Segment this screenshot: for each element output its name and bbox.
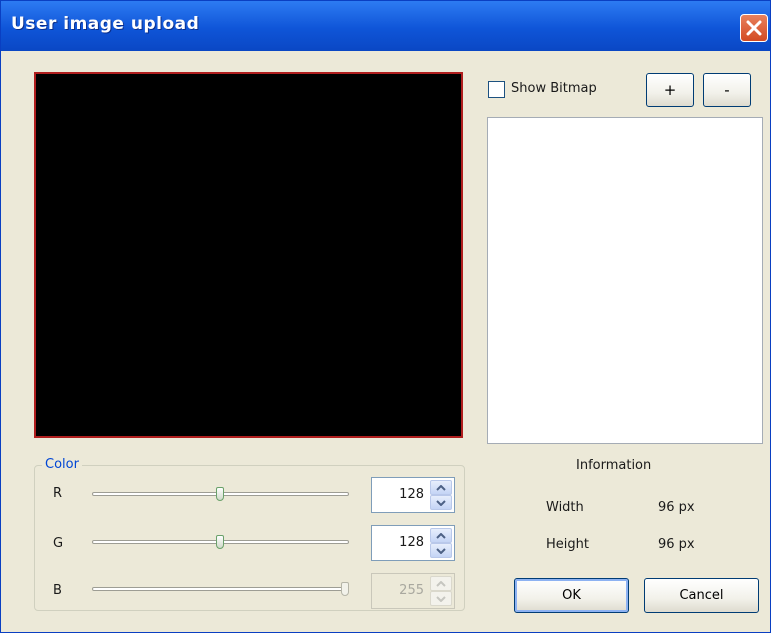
close-button[interactable] [740,14,768,42]
arrow-up-icon [436,533,446,539]
blue-value-spinbox: 255 [371,573,455,609]
red-channel-label: R [53,486,63,501]
arrow-up-icon [436,485,446,491]
arrow-down-icon [436,548,446,554]
bitmap-list-box[interactable] [487,117,763,444]
green-increment-button[interactable] [430,528,452,543]
red-decrement-button[interactable] [430,495,452,510]
height-value: 96 px [658,537,695,552]
image-preview-canvas [34,72,463,438]
red-value[interactable]: 128 [399,487,424,502]
green-decrement-button[interactable] [430,543,452,558]
ok-button[interactable]: OK [514,578,629,613]
width-label: Width [546,500,584,515]
green-slider-thumb[interactable] [216,535,224,549]
user-image-upload-dialog: User image upload Show Bitmap + - Color … [0,0,771,633]
red-slider-thumb[interactable] [216,487,224,501]
zoom-in-button[interactable]: + [646,73,694,107]
red-value-spinbox[interactable]: 128 [371,477,455,513]
title-bar[interactable]: User image upload [1,1,770,51]
window-title: User image upload [11,14,200,34]
blue-slider-track [92,587,349,591]
blue-increment-button [430,576,452,591]
height-label: Height [546,537,589,552]
cancel-button[interactable]: Cancel [644,578,759,613]
arrow-down-icon [436,596,446,602]
zoom-out-button[interactable]: - [703,73,751,107]
blue-channel-label: B [53,583,62,598]
information-heading: Information [576,458,652,473]
close-x-icon [746,20,762,36]
green-channel-label: G [53,536,64,551]
show-bitmap-label[interactable]: Show Bitmap [511,81,597,96]
green-value[interactable]: 128 [399,535,424,550]
green-value-spinbox[interactable]: 128 [371,525,455,561]
arrow-up-icon [436,581,446,587]
color-group-label: Color [42,457,82,472]
blue-decrement-button [430,591,452,606]
show-bitmap-checkbox[interactable] [488,81,505,98]
blue-value: 255 [399,583,424,598]
blue-slider-thumb [341,582,349,596]
red-increment-button[interactable] [430,480,452,495]
width-value: 96 px [658,500,695,515]
arrow-down-icon [436,500,446,506]
